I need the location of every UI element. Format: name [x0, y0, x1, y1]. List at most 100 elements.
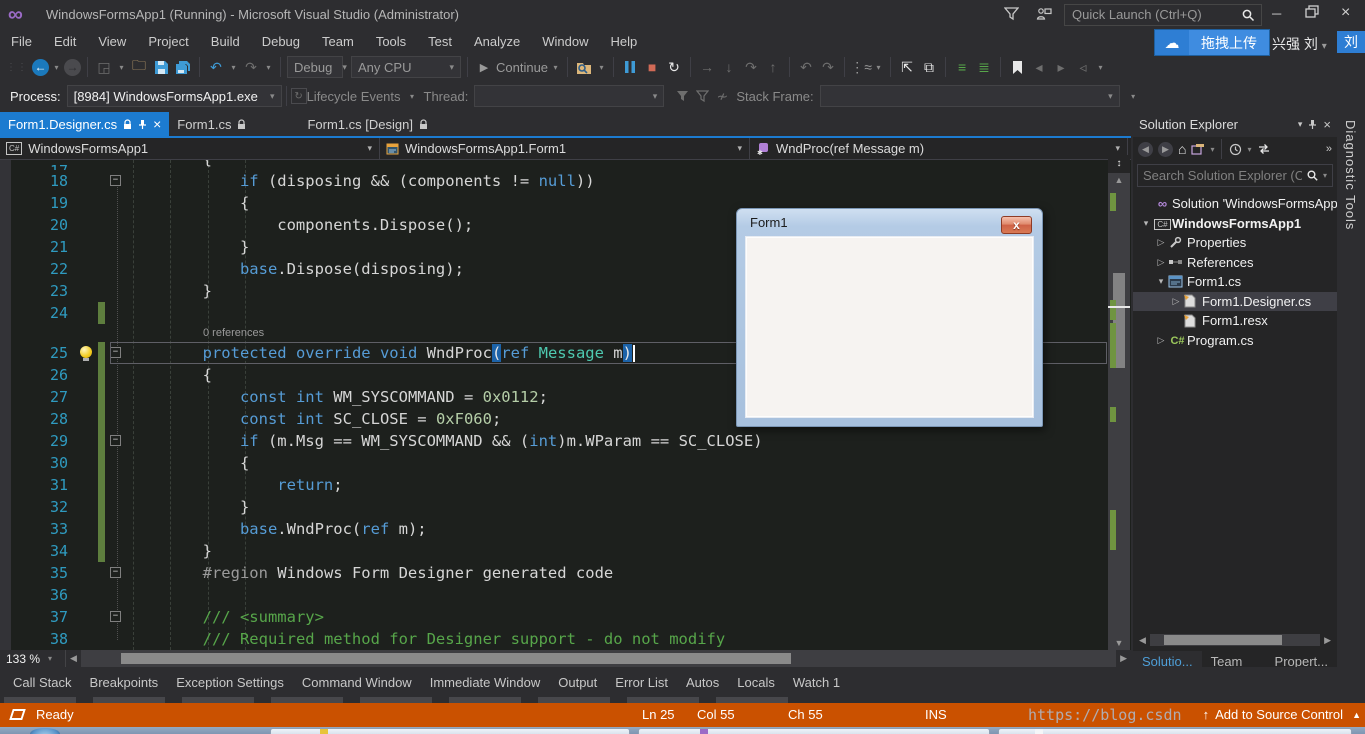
- bookmark-next-icon[interactable]: ▸: [1051, 57, 1071, 77]
- close-button[interactable]: ×: [1341, 4, 1350, 22]
- code-line-36[interactable]: 36: [0, 584, 1131, 606]
- restart-icon[interactable]: ↻: [664, 57, 684, 77]
- forward-icon[interactable]: ▶: [1158, 142, 1173, 157]
- new-item-dropdown-icon[interactable]: ▾: [116, 57, 127, 77]
- step-into-icon[interactable]: ↓: [719, 57, 739, 77]
- lightbulb-icon[interactable]: [80, 346, 92, 358]
- collapsed-arrow-icon[interactable]: ▷: [1154, 237, 1168, 248]
- quick-launch-input[interactable]: Quick Launch (Ctrl+Q): [1064, 4, 1262, 26]
- tab-form1-designer-cs[interactable]: Form1.Designer.cs ×: [0, 112, 169, 136]
- collapsed-arrow-icon[interactable]: ▷: [1154, 257, 1168, 268]
- feedback-icon[interactable]: [1036, 6, 1052, 21]
- menu-item[interactable]: Window: [531, 32, 599, 51]
- collapse-region-icon[interactable]: −: [110, 611, 121, 622]
- bookmark-prev-icon[interactable]: ◂: [1029, 57, 1049, 77]
- bottom-panel-tab[interactable]: Watch 1: [784, 673, 849, 692]
- diagnostic-tools-vertical-tab[interactable]: Diagnostic Tools: [1337, 112, 1365, 673]
- menu-item[interactable]: Debug: [251, 32, 311, 51]
- minimize-button[interactable]: ─: [1272, 6, 1281, 21]
- bottom-panel-tab[interactable]: Call Stack: [4, 673, 81, 692]
- scrollbar-thumb[interactable]: [1164, 635, 1282, 645]
- search-icon[interactable]: [1306, 169, 1319, 182]
- scrollbar-track[interactable]: [81, 650, 1116, 667]
- collapse-region-icon[interactable]: −: [110, 175, 121, 186]
- menu-item[interactable]: File: [0, 32, 43, 51]
- bookmark-clear-icon[interactable]: ◃: [1073, 57, 1093, 77]
- continue-dropdown-icon[interactable]: ▾: [550, 57, 561, 77]
- sync-with-active-document-icon[interactable]: [1257, 143, 1271, 155]
- chevron-down-icon[interactable]: ▾: [1247, 145, 1251, 154]
- tree-item-program-cs[interactable]: ▷C#Program.cs: [1133, 331, 1337, 351]
- show-threads-icon[interactable]: ⋮≈: [851, 57, 871, 77]
- notifications-flag-icon[interactable]: [1004, 6, 1019, 21]
- stop-debugging-icon[interactable]: ■: [642, 57, 662, 77]
- open-file-icon[interactable]: 🗀: [129, 57, 149, 77]
- back-icon[interactable]: ◀: [1138, 142, 1153, 157]
- find-dropdown-icon[interactable]: ▾: [596, 57, 607, 77]
- scrollbar-thumb[interactable]: [121, 653, 791, 664]
- navigate-forward-icon[interactable]: →: [64, 59, 81, 76]
- code-line-32[interactable]: 32}: [0, 496, 1131, 518]
- tree-item-form1-resx[interactable]: Form1.resx: [1133, 311, 1337, 331]
- thread-dropdown[interactable]: ▾: [474, 85, 664, 107]
- bookmark-icon[interactable]: [1007, 57, 1027, 77]
- toolbar-grip[interactable]: ⋮⋮: [6, 62, 28, 73]
- bottom-panel-tab[interactable]: Error List: [606, 673, 677, 692]
- bottom-panel-tab[interactable]: Command Window: [293, 673, 421, 692]
- flag-filter-icon[interactable]: [672, 86, 692, 106]
- restore-button[interactable]: [1305, 5, 1319, 18]
- collapse-region-icon[interactable]: −: [110, 567, 121, 578]
- toolbar-overflow-icon[interactable]: ▾: [1128, 86, 1139, 106]
- menu-item[interactable]: Tools: [365, 32, 417, 51]
- menu-item[interactable]: Edit: [43, 32, 87, 51]
- stack-frame-dropdown[interactable]: ▾: [820, 85, 1120, 107]
- menu-item[interactable]: Test: [417, 32, 463, 51]
- tree-item-properties[interactable]: ▷Properties: [1133, 233, 1337, 253]
- home-icon[interactable]: ⌂: [1178, 141, 1186, 157]
- window-position-dropdown-icon[interactable]: ▾: [1298, 119, 1303, 130]
- new-project-icon[interactable]: ◲: [94, 57, 114, 77]
- baidu-upload-badge[interactable]: ☁ 拖拽上传: [1154, 29, 1270, 56]
- pending-changes-filter-icon[interactable]: [1229, 143, 1242, 156]
- code-line-34[interactable]: 34}: [0, 540, 1131, 562]
- navigate-back-icon[interactable]: ←: [32, 59, 49, 76]
- process-dropdown[interactable]: [8984] WindowsFormsApp1.exe ▾: [67, 85, 282, 107]
- menu-item[interactable]: View: [87, 32, 137, 51]
- bottom-panel-tab[interactable]: Immediate Window: [421, 673, 550, 692]
- redo-icon[interactable]: ↷: [241, 57, 261, 77]
- toggle-flagged-icon[interactable]: ≁: [712, 86, 732, 106]
- status-expand-icon[interactable]: ▲: [1352, 710, 1361, 720]
- code-line-18[interactable]: 18−if (disposing && (components != null)…: [0, 170, 1131, 192]
- menu-item[interactable]: Team: [311, 32, 365, 51]
- collapsed-arrow-icon[interactable]: ▷: [1154, 335, 1168, 346]
- bottom-panel-tab[interactable]: Breakpoints: [81, 673, 168, 692]
- chevron-down-icon[interactable]: ▾: [1323, 171, 1327, 180]
- solution-platform-dropdown[interactable]: Any CPU ▾: [351, 56, 461, 78]
- menu-item[interactable]: Build: [200, 32, 251, 51]
- copy-parent-icon[interactable]: ⧉: [919, 57, 939, 77]
- expanded-arrow-icon[interactable]: ▾: [1154, 276, 1168, 287]
- member-dropdown[interactable]: ✱ WndProc(ref Message m) ▾: [750, 138, 1128, 159]
- lifecycle-dropdown-icon[interactable]: ▾: [407, 86, 418, 106]
- pin-icon[interactable]: [138, 119, 147, 130]
- scroll-right-icon[interactable]: ▶: [1116, 653, 1131, 664]
- form1-window[interactable]: Form1 x: [736, 208, 1043, 427]
- redo-dropdown-icon[interactable]: ▾: [263, 57, 274, 77]
- scroll-right-icon[interactable]: ▶: [1320, 635, 1335, 646]
- undo-icon[interactable]: ↶: [206, 57, 226, 77]
- undo-dropdown-icon[interactable]: ▾: [228, 57, 239, 77]
- step-over-icon[interactable]: ↷: [741, 57, 761, 77]
- solution-explorer-titlebar[interactable]: Solution Explorer ▾ ×: [1133, 112, 1337, 137]
- type-dropdown[interactable]: WindowsFormsApp1.Form1 ▾: [380, 138, 750, 159]
- menu-item[interactable]: Analyze: [463, 32, 531, 51]
- expanded-arrow-icon[interactable]: ▾: [1139, 218, 1153, 229]
- close-icon[interactable]: ×: [1323, 117, 1331, 132]
- tree-item-windowsformsapp1[interactable]: ▾C#WindowsFormsApp1: [1133, 214, 1337, 234]
- select-container-icon[interactable]: ⇱: [897, 57, 917, 77]
- close-tab-icon[interactable]: ×: [153, 116, 161, 132]
- tree-item-form1-designer-cs[interactable]: ▷Form1.Designer.cs: [1133, 292, 1337, 312]
- bottom-panel-tab[interactable]: Locals: [728, 673, 784, 692]
- collapse-region-icon[interactable]: −: [110, 435, 121, 446]
- taskbar-button[interactable]: [638, 728, 990, 734]
- bookmark-dropdown-icon[interactable]: ▾: [1095, 57, 1106, 77]
